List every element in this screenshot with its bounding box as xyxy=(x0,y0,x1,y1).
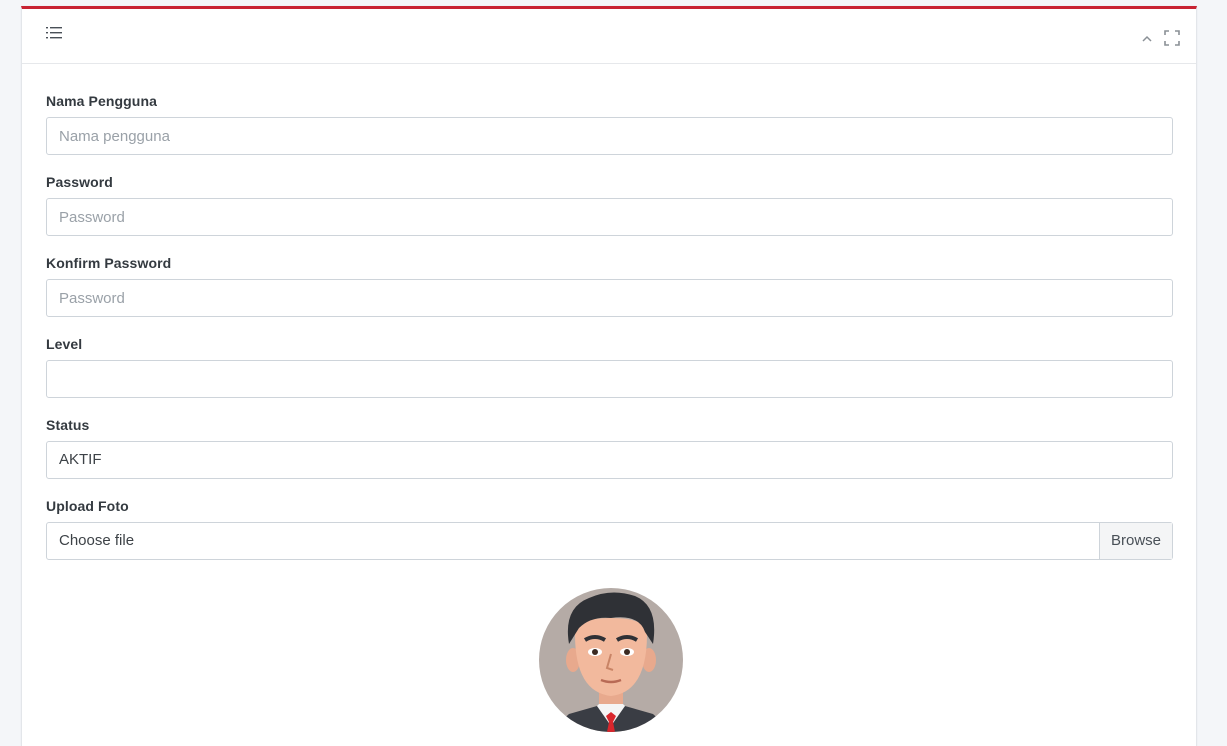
level-select[interactable] xyxy=(46,360,1173,398)
confirm-password-label: Konfirm Password xyxy=(46,255,172,271)
username-input[interactable] xyxy=(46,117,1173,155)
upload-photo-label: Upload Foto xyxy=(46,498,129,514)
password-label: Password xyxy=(46,174,113,190)
password-input[interactable] xyxy=(46,198,1173,236)
file-input[interactable]: Choose file Browse xyxy=(46,522,1173,560)
list-icon xyxy=(46,26,62,40)
status-label: Status xyxy=(46,417,90,433)
file-input-text: Choose file xyxy=(59,532,135,549)
card-header xyxy=(22,9,1196,64)
status-select[interactable]: AKTIF xyxy=(46,441,1173,479)
user-form-card: Nama Pengguna Password Konfirm Password … xyxy=(21,6,1197,746)
level-label: Level xyxy=(46,336,83,352)
avatar xyxy=(537,586,685,734)
username-label: Nama Pengguna xyxy=(46,93,157,109)
browse-button[interactable]: Browse xyxy=(1099,523,1172,559)
collapse-icon[interactable] xyxy=(1140,32,1154,46)
maximize-icon[interactable] xyxy=(1164,30,1180,46)
confirm-password-input[interactable] xyxy=(46,279,1173,317)
